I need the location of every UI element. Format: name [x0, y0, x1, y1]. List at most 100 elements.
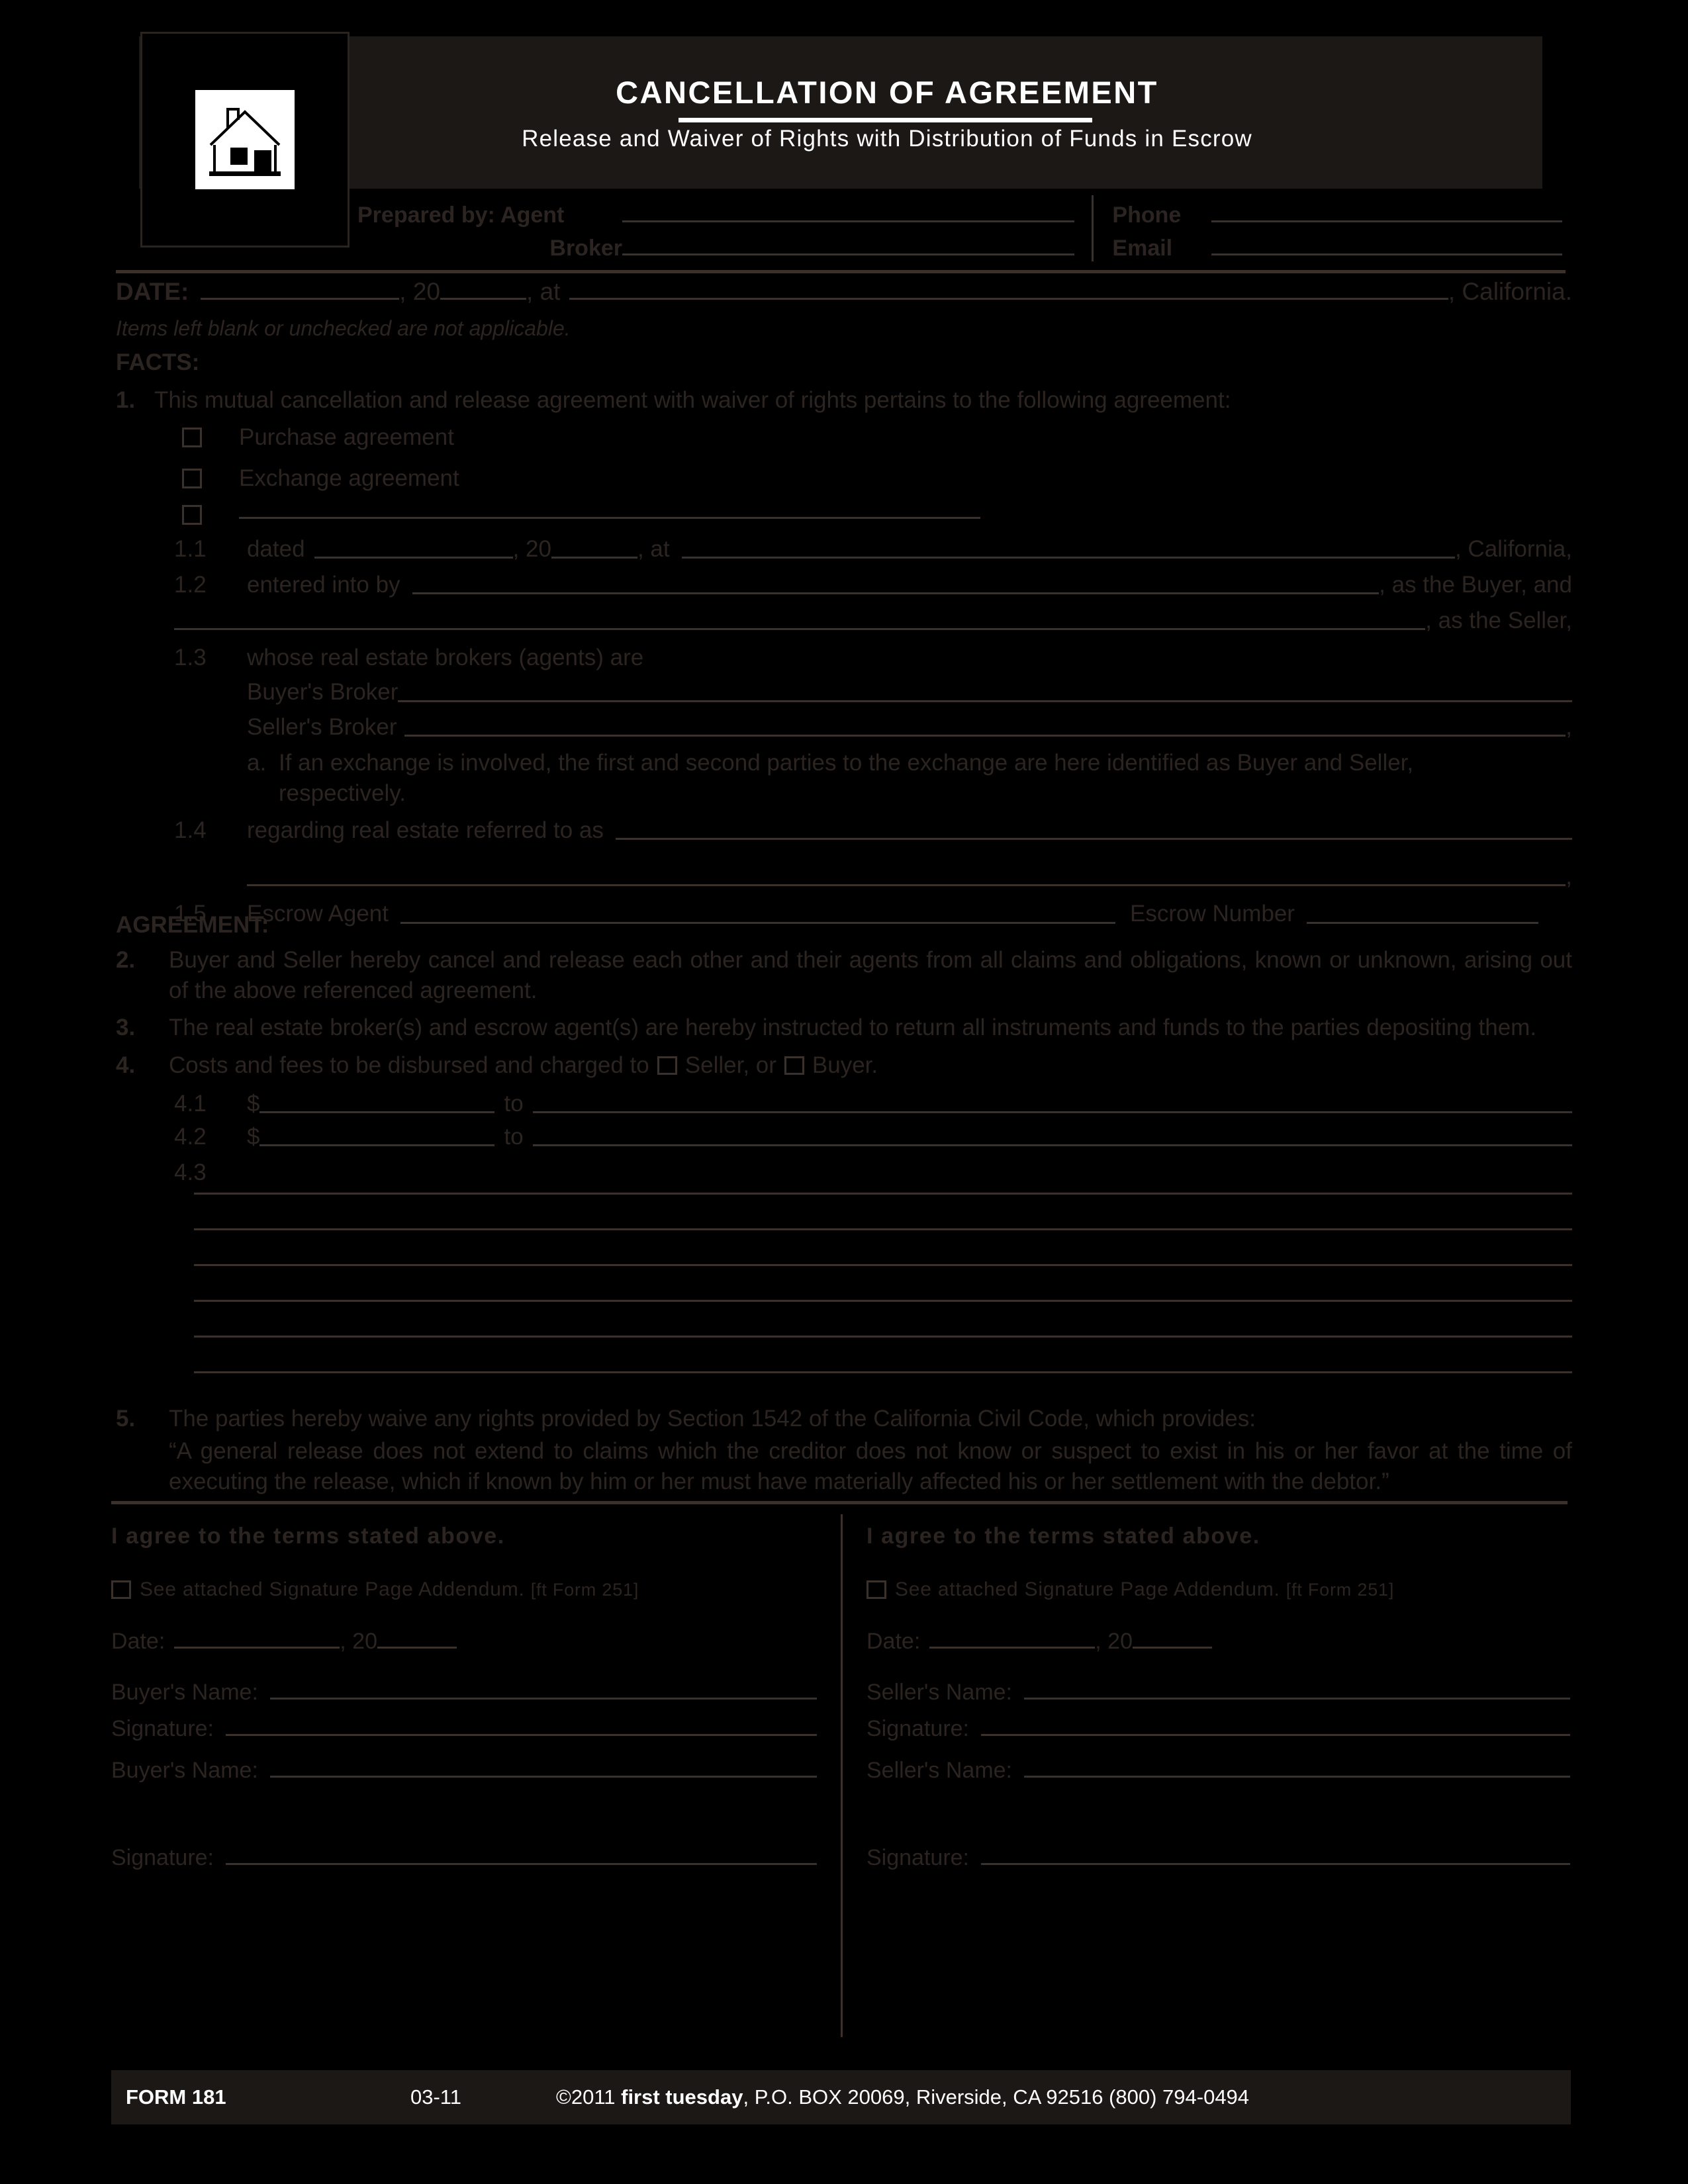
agreement-4-1-payee-input[interactable]: [532, 1111, 1572, 1113]
prepared-email-row: Email: [1112, 228, 1562, 261]
seller-name-input-1[interactable]: [1024, 1698, 1570, 1700]
exchange-agreement-label: Exchange agreement: [239, 465, 459, 492]
prepared-email-label: Email: [1112, 236, 1173, 261]
agreement-4-2-payee-input[interactable]: [532, 1144, 1572, 1147]
fact-1-1-year-input[interactable]: [551, 556, 637, 559]
buyer-signature-label-1: Signature:: [111, 1716, 214, 1741]
seller-name-input-2[interactable]: [1024, 1776, 1570, 1778]
form-revision-date: 03-11: [410, 2085, 461, 2109]
prepared-agent-label: Prepared by: Agent: [357, 203, 565, 228]
charged-to-seller-label: Seller, or: [684, 1052, 776, 1078]
fact-1-2-seller-row: , as the Seller,: [174, 606, 1572, 636]
fact-item-1-2: 1.2 entered into by , as the Buyer, and: [174, 570, 1572, 600]
fact-1-2-number: 1.2: [174, 571, 207, 598]
buyer-signature-row-1: Signature:: [111, 1716, 817, 1742]
seller-agree-text: I agree to the terms stated above.: [867, 1524, 1260, 1549]
charged-to-buyer-label: Buyer.: [812, 1052, 878, 1078]
footer-bar: FORM 181 03-11 ©2011 first tuesday, P.O.…: [111, 2070, 1571, 2124]
charged-to-buyer-checkbox[interactable]: [784, 1056, 804, 1075]
fact-1-4-input[interactable]: [615, 838, 1572, 841]
buyer-name-label-1: Buyer's Name:: [111, 1680, 258, 1705]
agreement-5-number: 5.: [116, 1406, 136, 1432]
agreement-4-3-blank-line[interactable]: [194, 1195, 1572, 1231]
sellers-broker-input[interactable]: [404, 734, 1566, 737]
other-agreement-input[interactable]: [239, 516, 980, 519]
date-month-day-input[interactable]: [201, 298, 400, 300]
signature-divider: [111, 1501, 1568, 1504]
agreement-4-3-blank-line[interactable]: [194, 1230, 1572, 1267]
page-subtitle: Release and Waiver of Rights with Distri…: [522, 126, 1252, 152]
fact-1-number: 1.: [116, 387, 136, 413]
buyer-signature-row-2: Signature:: [111, 1845, 817, 1871]
agreement-4-3-blank-line[interactable]: [194, 1338, 1572, 1374]
buyer-name-input-2[interactable]: [269, 1776, 817, 1778]
checkbox-row-exchange-agreement[interactable]: Exchange agreement: [182, 463, 1572, 494]
agreement-3-text: The real estate broker(s) and escrow age…: [169, 1015, 1537, 1041]
prepared-email-input[interactable]: [1211, 253, 1562, 255]
agreement-4-2-amount-input[interactable]: [259, 1144, 495, 1147]
other-agreement-checkbox[interactable]: [182, 504, 202, 525]
escrow-number-label: Escrow Number: [1130, 901, 1295, 927]
buyer-attach-form-ref: [ft Form 251]: [530, 1579, 639, 1600]
seller-signature-input-1[interactable]: [981, 1734, 1570, 1736]
sellers-broker-suffix: ,: [1566, 713, 1572, 740]
date-place-input[interactable]: [569, 298, 1448, 300]
prepared-agent-input[interactable]: [622, 220, 1075, 222]
buyer-signature-input-2[interactable]: [226, 1863, 817, 1865]
seller-date-input[interactable]: [929, 1647, 1096, 1649]
seller-attach-row[interactable]: See attached Signature Page Addendum. [f…: [867, 1578, 1570, 1601]
seller-year-input[interactable]: [1132, 1647, 1212, 1649]
charged-to-seller-checkbox[interactable]: [657, 1056, 677, 1075]
copyright-prefix: ©2011: [556, 2085, 622, 2109]
buyer-date-input[interactable]: [174, 1647, 340, 1649]
date-line: DATE: , 20 , at , California.: [116, 278, 1572, 306]
checkbox-row-other-agreement[interactable]: [182, 504, 1572, 525]
prepared-broker-input[interactable]: [622, 253, 1075, 255]
seller-name-label-2: Seller's Name:: [867, 1758, 1013, 1783]
logo-box: [140, 32, 350, 248]
prepared-broker-row: Broker: [357, 228, 1075, 261]
fact-1-3-note-letter: a.: [247, 749, 267, 776]
fact-1-3-note-text: If an exchange is involved, the first an…: [279, 749, 1414, 806]
agreement-4-1-number: 4.1: [174, 1090, 207, 1116]
sellers-broker-row: Seller's Broker ,: [247, 712, 1572, 743]
buyer-attach-row[interactable]: See attached Signature Page Addendum. [f…: [111, 1578, 817, 1601]
copyright-notice: ©2011 first tuesday, P.O. BOX 20069, Riv…: [556, 2085, 1249, 2109]
seller-date-label: Date:: [867, 1629, 921, 1654]
fact-1-1-place-input[interactable]: [681, 556, 1455, 559]
fact-1-1-at-label: , at: [637, 535, 670, 562]
agreement-4-3-blank-line[interactable]: [194, 1302, 1572, 1338]
fact-1-2-label: entered into by: [247, 571, 400, 598]
buyer-signature-addendum-checkbox[interactable]: [111, 1580, 131, 1599]
fact-1-4-input-2[interactable]: [247, 884, 1566, 887]
fact-1-1-number: 1.1: [174, 535, 207, 562]
buyer-name-input-1[interactable]: [269, 1698, 817, 1700]
fact-1-1-date-input[interactable]: [314, 556, 513, 559]
seller-signature-input-2[interactable]: [981, 1863, 1570, 1865]
agreement-item-4-2: 4.2 $ to: [174, 1122, 1572, 1152]
fact-1-2-seller-input[interactable]: [174, 628, 1426, 631]
buyers-broker-row: Buyer's Broker: [247, 677, 1572, 707]
buyers-broker-input[interactable]: [398, 700, 1572, 702]
purchase-agreement-checkbox[interactable]: [182, 428, 202, 448]
agreement-item-4: 4. Costs and fees to be disbursed and ch…: [116, 1050, 1572, 1081]
exchange-agreement-checkbox[interactable]: [182, 469, 202, 489]
buyer-signature-input-1[interactable]: [226, 1734, 817, 1736]
agreement-2-text: Buyer and Seller hereby cancel and relea…: [169, 947, 1572, 1004]
prepared-phone-input[interactable]: [1211, 220, 1562, 222]
prepared-broker-label: Broker: [549, 236, 622, 261]
checkbox-row-purchase-agreement[interactable]: Purchase agreement: [182, 422, 1572, 453]
agreement-4-1-amount-input[interactable]: [259, 1111, 495, 1113]
escrow-number-input[interactable]: [1306, 921, 1538, 924]
agreement-4-3-blank-line[interactable]: [194, 1266, 1572, 1302]
fact-1-4-second-row: ,: [247, 862, 1572, 892]
seller-signature-addendum-checkbox[interactable]: [867, 1580, 886, 1599]
fact-1-2-buyer-input[interactable]: [412, 592, 1380, 594]
buyers-broker-label: Buyer's Broker: [247, 679, 399, 705]
buyer-year-input[interactable]: [377, 1647, 457, 1649]
agreement-item-3: 3. The real estate broker(s) and escrow …: [116, 1013, 1572, 1043]
escrow-agent-input[interactable]: [400, 921, 1115, 924]
agreement-4-3-blank-line[interactable]: [194, 1159, 1572, 1195]
date-year-input[interactable]: [440, 298, 527, 300]
buyer-name-row-2: Buyer's Name:: [111, 1758, 817, 1784]
